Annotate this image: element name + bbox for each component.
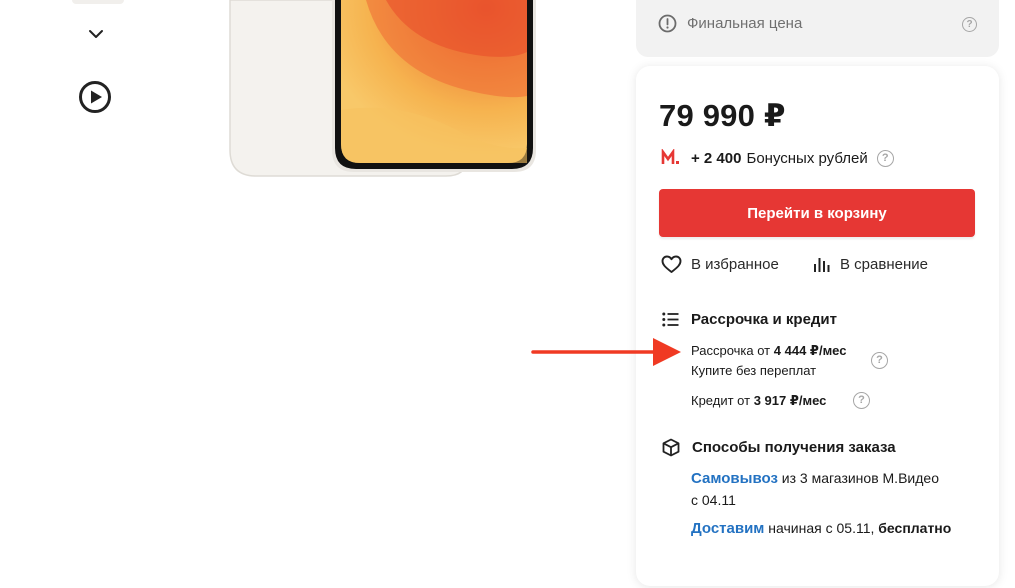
add-to-favorites-button[interactable]: В избранное — [661, 255, 779, 274]
add-to-compare-button[interactable]: В сравнение — [813, 255, 928, 273]
compare-label: В сравнение — [840, 255, 928, 273]
installment-prefix: Рассрочка от — [691, 343, 771, 358]
delivery-link[interactable]: Доставим — [691, 520, 764, 537]
bonus-row: + 2 400 Бонусных рублей ? — [661, 149, 894, 167]
mvideo-logo-icon — [661, 149, 679, 164]
credit-prefix: Кредит от — [691, 393, 751, 408]
pickup-link[interactable]: Самовывоз — [691, 470, 778, 487]
gallery-thumbnail[interactable] — [72, 0, 124, 4]
compare-chart-icon — [814, 258, 830, 272]
pickup-option: Самовывоз из 3 магазинов М.Видео — [691, 470, 939, 487]
info-icon — [658, 14, 677, 33]
heart-icon — [661, 255, 682, 273]
bonus-label: Бонусных рублей — [746, 149, 868, 167]
annotation-arrow-icon — [531, 338, 681, 366]
credit-title: Рассрочка и кредит — [691, 311, 838, 328]
product-image — [229, 0, 536, 177]
credit-section-title: Рассрочка и кредит — [662, 311, 837, 328]
credit-offer[interactable]: Кредит от 3 917 ₽/мес — [691, 393, 826, 409]
delivery-section-title: Способы получения заказа — [662, 438, 896, 457]
box-icon — [662, 438, 680, 457]
delivery-free: бесплатно — [878, 520, 952, 536]
product-price: 79 990 ₽ — [659, 98, 786, 133]
help-icon[interactable]: ? — [876, 149, 894, 167]
help-icon[interactable]: ? — [871, 352, 888, 369]
installment-note: Купите без переплат — [691, 363, 817, 378]
favorites-label: В избранное — [691, 256, 779, 273]
play-icon[interactable] — [78, 80, 112, 114]
delivery-text: начиная с 05.11, — [768, 520, 875, 536]
installment-offer[interactable]: Рассрочка от 4 444 ₽/мес — [691, 343, 846, 359]
help-icon[interactable]: ? — [853, 392, 870, 409]
installment-value: 4 444 ₽/мес — [773, 343, 847, 358]
credit-value: 3 917 ₽/мес — [753, 393, 827, 408]
final-price-row[interactable]: Финальная цена — [658, 14, 802, 33]
go-to-cart-button[interactable]: Перейти в корзину — [659, 189, 975, 237]
help-icon[interactable]: ? — [962, 17, 977, 32]
delivery-title: Способы получения заказа — [692, 439, 896, 456]
chevron-down-icon[interactable] — [86, 24, 106, 44]
final-price-label: Финальная цена — [687, 15, 803, 32]
pickup-text: из 3 магазинов М.Видео — [781, 470, 939, 486]
delivery-option: Доставим начиная с 05.11, бесплатно — [691, 520, 951, 537]
bonus-amount: + 2 400 — [691, 149, 742, 167]
pickup-date: с 04.11 — [691, 492, 736, 508]
list-icon — [662, 312, 679, 327]
